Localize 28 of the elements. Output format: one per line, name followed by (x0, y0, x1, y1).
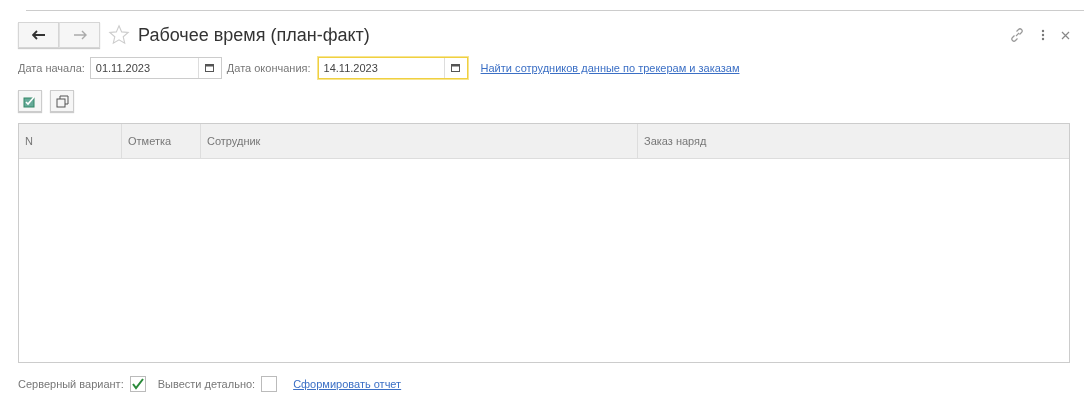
back-button[interactable] (18, 22, 59, 48)
column-header[interactable]: N (19, 124, 122, 158)
back-arrow-icon (31, 30, 46, 40)
close-icon[interactable] (1061, 30, 1070, 40)
more-icon[interactable] (1041, 29, 1045, 41)
checkbox[interactable] (129, 376, 146, 392)
option-label: Вывести детально: (157, 378, 256, 390)
option-label: Серверный вариант: (18, 378, 124, 390)
field-label: Дата начала: (18, 62, 85, 74)
column-header[interactable]: Заказ наряд (638, 124, 1069, 158)
mark-button[interactable] (18, 90, 42, 112)
calendar-icon[interactable] (205, 64, 215, 72)
find-employees-link[interactable]: Найти сотрудников данные по трекерам и заказам (480, 62, 740, 74)
checkbox[interactable] (261, 376, 278, 392)
star-icon[interactable] (108, 24, 130, 46)
link-icon[interactable] (1009, 27, 1025, 43)
forward-arrow-icon (72, 30, 87, 40)
copy-button[interactable] (50, 90, 74, 112)
column-header[interactable]: Отметка (122, 124, 201, 158)
date-field[interactable]: 14.11.2023 (317, 57, 468, 79)
field-label: Дата окончания: (226, 62, 311, 74)
calendar-icon[interactable] (451, 64, 461, 72)
window-title: Рабочее время (план-факт) (138, 24, 370, 46)
column-header[interactable]: Сотрудник (201, 124, 638, 158)
generate-report-link[interactable]: Сформировать отчет (293, 378, 402, 390)
date-field[interactable]: 01.11.2023 (89, 57, 222, 79)
copy-icon (55, 94, 69, 108)
checklist-icon (23, 94, 37, 108)
